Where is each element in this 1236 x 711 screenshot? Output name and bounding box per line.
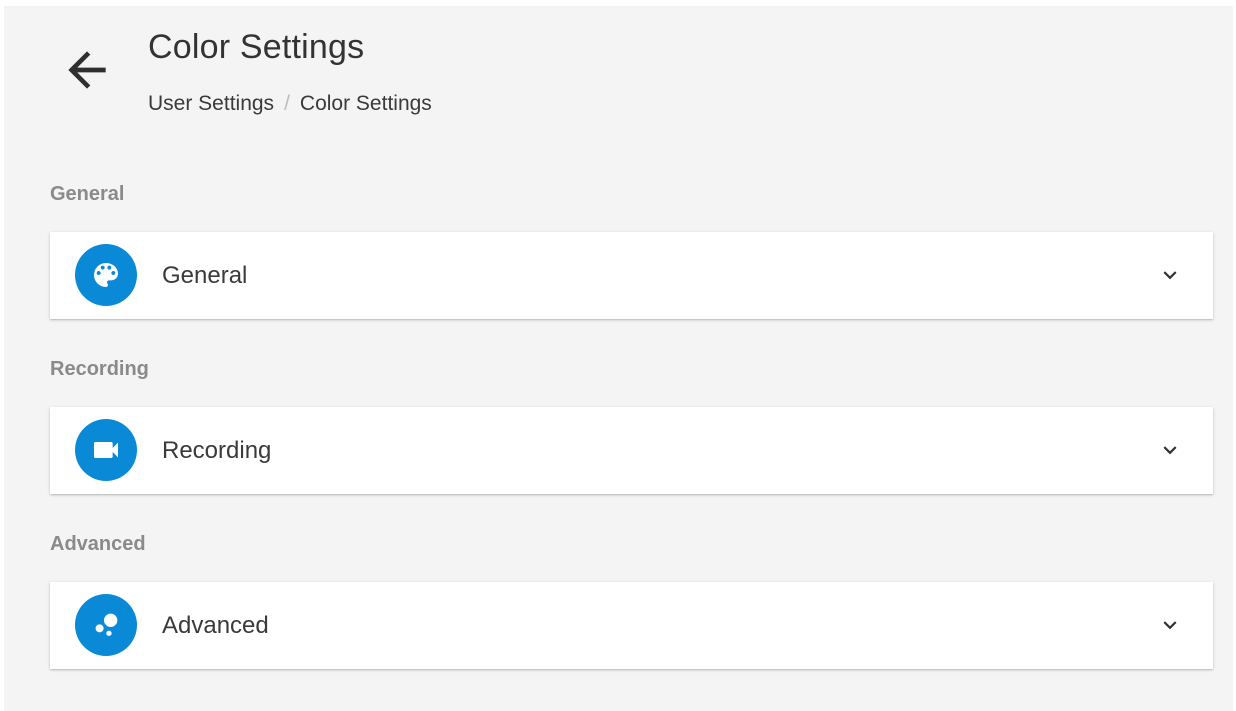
breadcrumb-separator: / bbox=[284, 92, 290, 115]
palette-icon bbox=[75, 244, 137, 306]
breadcrumb: User Settings / Color Settings bbox=[148, 92, 432, 116]
panel-general[interactable]: General bbox=[50, 232, 1213, 319]
breadcrumb-current: Color Settings bbox=[299, 92, 432, 115]
arrow-back-icon bbox=[59, 42, 115, 103]
breadcrumb-user-settings[interactable]: User Settings bbox=[148, 92, 274, 116]
bubbles-icon bbox=[75, 594, 137, 656]
section-label-general: General bbox=[50, 183, 125, 205]
panel-title-advanced: Advanced bbox=[162, 612, 269, 639]
panel-advanced[interactable]: Advanced bbox=[50, 582, 1213, 669]
page-title: Color Settings bbox=[148, 28, 365, 66]
videocam-icon bbox=[75, 419, 137, 481]
color-settings-page: Color Settings User Settings / Color Set… bbox=[4, 6, 1233, 711]
section-label-advanced: Advanced bbox=[50, 533, 146, 555]
panel-title-general: General bbox=[162, 262, 248, 289]
chevron-down-icon[interactable] bbox=[1157, 262, 1183, 288]
section-label-recording: Recording bbox=[50, 358, 149, 380]
page-header: Color Settings User Settings / Color Set… bbox=[4, 6, 1233, 146]
back-button[interactable] bbox=[54, 39, 120, 105]
chevron-down-icon[interactable] bbox=[1157, 612, 1183, 638]
chevron-down-icon[interactable] bbox=[1157, 437, 1183, 463]
panel-title-recording: Recording bbox=[162, 437, 272, 464]
panel-recording[interactable]: Recording bbox=[50, 407, 1213, 494]
